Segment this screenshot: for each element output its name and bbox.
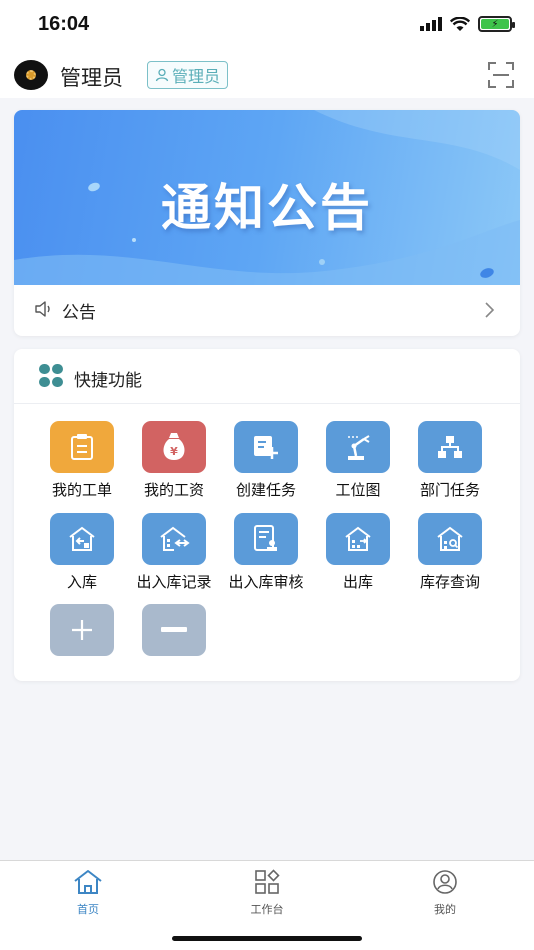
tile-inventory-query[interactable]: 库存查询 [404, 513, 496, 601]
chevron-right-icon [485, 302, 495, 318]
tile-label: 创建任务 [235, 481, 296, 499]
tile-label: 工位图 [335, 481, 381, 499]
quick-functions-card: 快捷功能 我的工单 ¥ 我的工资 创建任务 工位图 部门任务 入库 出入库记录 … [14, 349, 520, 681]
plus-icon [50, 604, 114, 656]
quick-functions-header: 快捷功能 [14, 349, 520, 404]
tile-stock-records[interactable]: 出入库记录 [128, 513, 220, 601]
tab-home[interactable]: 首页 [48, 869, 128, 917]
robot-arm-icon [326, 421, 390, 473]
tile-workstation-map[interactable]: 工位图 [312, 421, 404, 509]
profile-icon [433, 870, 457, 894]
home-icon [74, 870, 102, 894]
warehouse-out-icon [326, 513, 390, 565]
remove-shortcut-button[interactable] [128, 604, 220, 692]
user-icon [155, 68, 169, 82]
tile-label: 我的工单 [51, 481, 112, 499]
role-badge-label: 管理员 [172, 67, 221, 86]
home-indicator [172, 936, 362, 941]
role-badge: 管理员 [147, 61, 229, 89]
warehouse-record-icon [142, 513, 206, 565]
clipboard-icon [50, 421, 114, 473]
tile-label: 我的工资 [143, 481, 204, 499]
clover-icon [39, 364, 63, 387]
workbench-icon [255, 869, 280, 894]
cellular-signal-icon [420, 17, 442, 31]
tab-label: 工作台 [250, 903, 284, 916]
banner-title: 通知公告 [161, 179, 373, 237]
quick-functions-title: 快捷功能 [74, 371, 142, 391]
tile-department-tasks[interactable]: 部门任务 [404, 421, 496, 509]
speaker-icon [35, 301, 50, 317]
tile-stock-in[interactable]: 入库 [36, 513, 128, 601]
tile-stock-out[interactable]: 出库 [312, 513, 404, 601]
tile-my-salary[interactable]: ¥ 我的工资 [128, 421, 220, 509]
status-icons: ⚡ [420, 16, 515, 32]
user-name: 管理员 [60, 66, 123, 90]
tile-label: 出入库审核 [228, 573, 304, 591]
tile-label: 库存查询 [419, 573, 480, 591]
tab-profile[interactable]: 我的 [405, 869, 485, 917]
tile-stock-audit[interactable]: 出入库审核 [220, 513, 312, 601]
money-bag-icon: ¥ [142, 421, 206, 473]
status-bar: 16:04 ⚡ [0, 0, 534, 52]
add-shortcut-button[interactable] [36, 604, 128, 692]
tile-label: 部门任务 [419, 481, 480, 499]
notice-label: 公告 [62, 303, 96, 323]
tile-my-work-orders[interactable]: 我的工单 [36, 421, 128, 509]
scan-icon[interactable] [488, 62, 514, 88]
org-chart-icon [418, 421, 482, 473]
battery-icon: ⚡ [478, 16, 515, 32]
wifi-icon [450, 16, 470, 31]
tab-workbench[interactable]: 工作台 [227, 869, 307, 917]
audit-icon [234, 513, 298, 565]
minus-icon [142, 604, 206, 656]
svg-text:¥: ¥ [170, 445, 178, 458]
tab-label: 首页 [77, 903, 99, 916]
avatar[interactable] [14, 60, 48, 90]
tile-label: 出库 [342, 573, 373, 591]
tile-label: 出入库记录 [136, 573, 212, 591]
notice-card: 通知公告 公告 [14, 110, 520, 336]
app-header: 管理员 管理员 [0, 52, 534, 98]
tab-label: 我的 [434, 903, 456, 916]
warehouse-in-icon [50, 513, 114, 565]
warehouse-search-icon [418, 513, 482, 565]
tile-label: 入库 [66, 573, 97, 591]
notice-banner[interactable]: 通知公告 [14, 110, 520, 285]
notice-row[interactable]: 公告 [14, 285, 520, 336]
create-task-icon [234, 421, 298, 473]
status-time: 16:04 [38, 13, 90, 35]
tile-create-task[interactable]: 创建任务 [220, 421, 312, 509]
